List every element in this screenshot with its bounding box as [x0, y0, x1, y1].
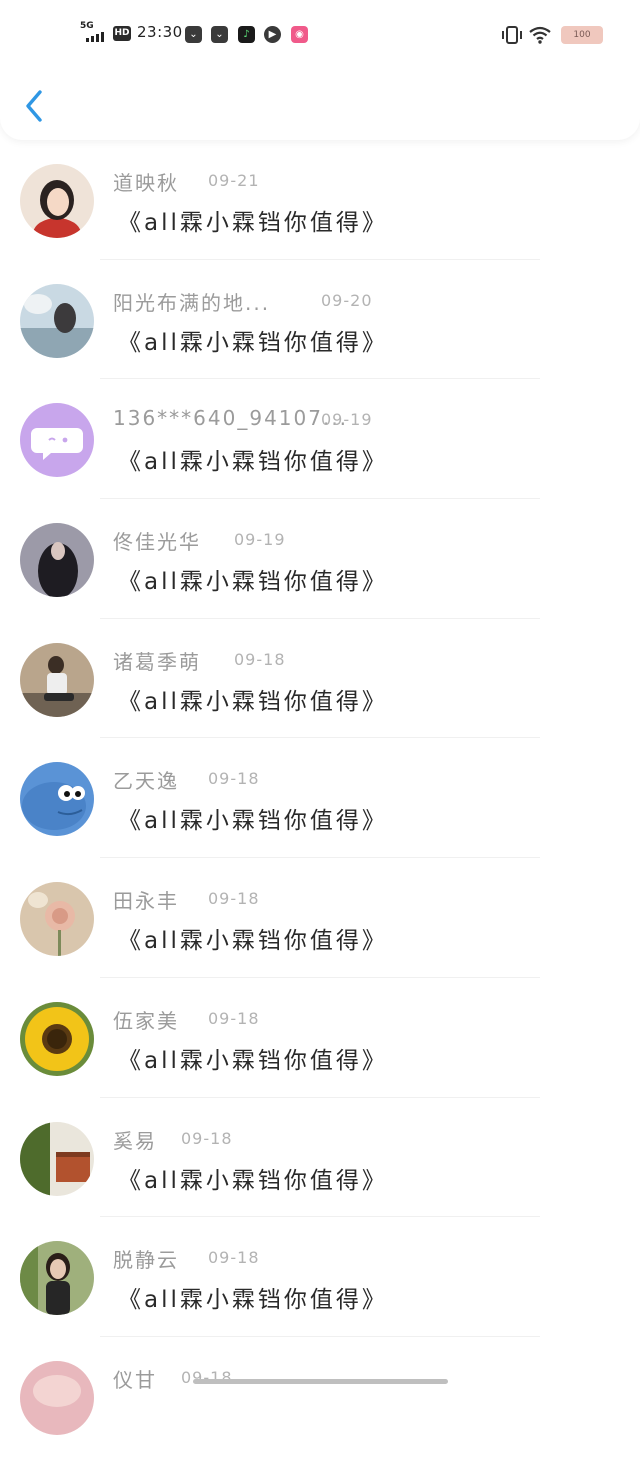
wifi-icon [529, 26, 551, 44]
list-item[interactable]: 乙天逸 09-18 《all霖小霖铛你值得》 [0, 738, 640, 859]
list-item[interactable]: 佟佳光华 09-19 《all霖小霖铛你值得》 [0, 499, 640, 619]
message-text: 《all霖小霖铛你值得》 [118, 329, 388, 356]
avatar[interactable] [20, 1001, 94, 1076]
message-text: 《all霖小霖铛你值得》 [118, 1167, 388, 1194]
avatar[interactable] [20, 1360, 94, 1435]
sender-name: 田永丰 [113, 889, 179, 914]
list-item[interactable]: 诸葛季萌 09-18 《all霖小霖铛你值得》 [0, 619, 640, 739]
message-text: 《all霖小霖铛你值得》 [118, 449, 388, 476]
message-icon: ⌄ [185, 26, 202, 43]
sender-name: 奚易 [113, 1128, 157, 1153]
hd-badge: HD [113, 26, 131, 41]
app-icon: ◉ [291, 26, 308, 43]
message-date: 09-18 [234, 649, 286, 669]
sender-name: 伍家美 [113, 1008, 179, 1033]
message-text: 《all霖小霖铛你值得》 [118, 210, 388, 236]
message-date: 09-21 [208, 171, 260, 190]
avatar[interactable] [20, 403, 94, 478]
message-date: 09-19 [321, 410, 373, 430]
avatar[interactable] [20, 882, 94, 957]
list-item[interactable]: 道映秋 09-21 《all霖小霖铛你值得》 [0, 140, 640, 260]
message-text: 《all霖小霖铛你值得》 [118, 1287, 388, 1314]
avatar[interactable] [20, 762, 94, 837]
message-date: 09-18 [208, 769, 260, 789]
avatar[interactable] [20, 523, 94, 598]
list-item[interactable]: 136***640_94107... 09-19 《all霖小霖铛你值得》 [0, 379, 640, 500]
avatar[interactable] [20, 642, 94, 717]
message-date: 09-18 [208, 1248, 260, 1268]
message-date: 09-18 [208, 889, 260, 909]
sender-name: 乙天逸 [113, 769, 179, 794]
message-date: 09-18 [208, 1008, 260, 1028]
sender-name: 136***640_94107... [113, 406, 349, 431]
message-text: 《all霖小霖铛你值得》 [118, 569, 388, 596]
message-date: 09-20 [321, 290, 373, 310]
sender-name: 阳光布满的地... [113, 290, 271, 315]
music-icon: ♪ [238, 26, 255, 43]
status-time: 23:30 [137, 23, 183, 41]
cellular-signal-icon: 5G [80, 21, 108, 44]
list-item[interactable]: 阳光布满的地... 09-20 《all霖小霖铛你值得》 [0, 260, 640, 380]
list-item[interactable]: 伍家美 09-18 《all霖小霖铛你值得》 [0, 978, 640, 1098]
message-icon: ⌄ [211, 26, 228, 43]
play-icon: ▶ [264, 26, 281, 43]
message-list: 道映秋 09-21 《all霖小霖铛你值得》 阳光布满的地... 09-20 《… [0, 140, 640, 1457]
avatar[interactable] [20, 164, 94, 238]
list-item[interactable]: 田永丰 09-18 《all霖小霖铛你值得》 [0, 858, 640, 978]
sender-name: 佟佳光华 [113, 530, 201, 555]
sender-name: 脱静云 [113, 1248, 179, 1273]
back-arrow-icon[interactable] [22, 88, 50, 124]
battery-icon: 100 [561, 26, 603, 44]
sender-name: 道映秋 [113, 171, 179, 195]
message-text: 《all霖小霖铛你值得》 [118, 808, 388, 835]
avatar[interactable] [20, 1241, 94, 1316]
list-item[interactable]: 脱静云 09-18 《all霖小霖铛你值得》 [0, 1217, 640, 1337]
sender-name: 诸葛季萌 [113, 649, 201, 674]
list-item[interactable]: 奚易 09-18 《all霖小霖铛你值得》 [0, 1098, 640, 1218]
message-text: 《all霖小霖铛你值得》 [118, 688, 388, 715]
avatar[interactable] [20, 283, 94, 358]
status-bar: 5G HD 23:30 ⌄ ⌄ ♪ ▶ ◉ 100 [0, 21, 640, 48]
sender-name: 仪甘 [113, 1367, 157, 1392]
message-date: 09-18 [181, 1367, 233, 1387]
network-type: 5G [80, 21, 94, 31]
message-date: 09-18 [181, 1128, 233, 1148]
message-text: 《all霖小霖铛你值得》 [118, 928, 388, 955]
header-bar: 5G HD 23:30 ⌄ ⌄ ♪ ▶ ◉ 100 [0, 0, 640, 140]
message-date: 09-19 [234, 530, 286, 550]
vibrate-icon [502, 26, 522, 44]
home-indicator[interactable] [193, 1379, 448, 1384]
message-text: 《all霖小霖铛你值得》 [118, 1047, 388, 1074]
list-item[interactable]: 仪甘 09-18 [0, 1337, 640, 1457]
avatar[interactable] [20, 1121, 94, 1196]
